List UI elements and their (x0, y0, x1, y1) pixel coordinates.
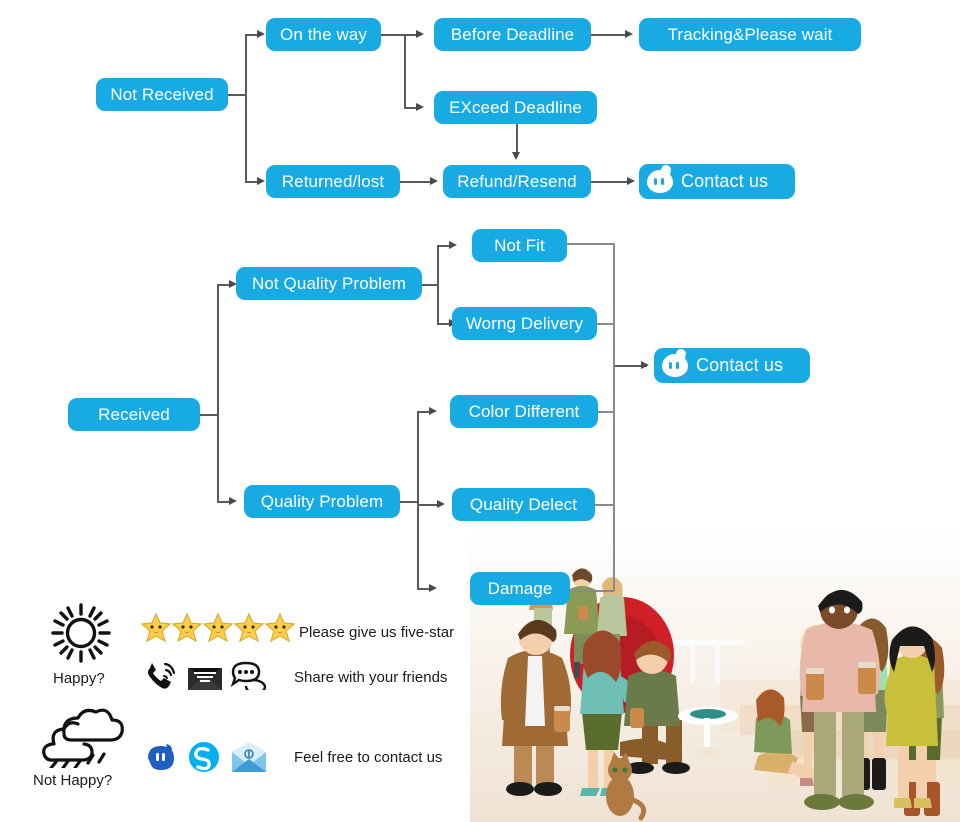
node-wrong-delivery[interactable]: Worng Delivery (452, 307, 597, 340)
node-label: Worng Delivery (465, 313, 584, 333)
wire-before-to-tracking (591, 34, 627, 36)
node-label: Received (98, 404, 170, 424)
node-label: Returned/lost (281, 171, 385, 191)
node-label: Before Deadline (450, 24, 575, 44)
node-label: Tracking&Please wait (667, 24, 833, 44)
arrow-to-color-different (429, 406, 437, 415)
chat-icon[interactable] (230, 660, 268, 690)
node-quality-problem[interactable]: Quality Problem (244, 485, 400, 518)
email-icon[interactable] (186, 662, 224, 692)
arrow-to-on-the-way (257, 29, 265, 38)
node-damage[interactable]: Damage (470, 572, 570, 605)
node-exceed-deadline[interactable]: EXceed Deadline (434, 91, 597, 124)
wire-nr-vertical (245, 34, 247, 182)
chat-bubble-icon (647, 170, 673, 193)
node-tracking-please-wait[interactable]: Tracking&Please wait (639, 18, 861, 51)
wire-bus-wrong (597, 323, 614, 325)
wire-qp-stub (400, 501, 418, 503)
node-label: Not Quality Problem (251, 273, 406, 293)
people-right-group (799, 589, 938, 810)
wire-nr-stub (228, 94, 246, 96)
happy-label: Happy? (53, 670, 105, 687)
chat-bubble-icon (662, 354, 688, 377)
wire-refund-to-contact (591, 181, 629, 183)
node-on-the-way[interactable]: On the way (266, 18, 381, 51)
arrow-down-to-refund (511, 152, 520, 160)
arrow-to-contact-us-top (627, 176, 635, 185)
node-returned-lost[interactable]: Returned/lost (266, 165, 400, 198)
arrow-to-quality-defect (437, 499, 445, 508)
wire-rec-vertical (217, 284, 219, 502)
five-star-text: Please give us five-star (299, 624, 455, 641)
node-label: On the way (280, 24, 367, 44)
wire-returned-to-refund (400, 181, 432, 183)
wire-qp-to-defect (417, 504, 439, 506)
email-envelope-icon[interactable] (230, 742, 268, 774)
not-happy-label: Not Happy? (33, 772, 113, 789)
wire-bus-defect (595, 504, 614, 506)
arrow-to-exceed-deadline (416, 102, 424, 111)
node-color-different[interactable]: Color Different (450, 395, 598, 428)
share-text: Share with your friends (294, 669, 448, 686)
contact-text: Feel free to contact us (294, 749, 443, 766)
node-label: Quality Delect (469, 494, 578, 514)
node-quality-defect[interactable]: Quality Delect (452, 488, 595, 521)
arrow-to-before-deadline (416, 29, 424, 38)
flowchart-banner: Not Received On the way Before Deadline … (0, 0, 960, 822)
sun-icon (51, 603, 111, 663)
wire-gather-bus (613, 243, 615, 591)
wire-otw-stub (381, 34, 405, 36)
node-label: Not Received (110, 84, 214, 104)
trademanager-icon[interactable] (144, 742, 178, 774)
wire-bus-damage (570, 590, 614, 592)
node-not-fit[interactable]: Not Fit (472, 229, 567, 262)
wire-bus-color (598, 411, 614, 413)
phone-icon[interactable] (144, 660, 178, 692)
node-label: Color Different (468, 401, 580, 421)
wire-nqp-vertical (437, 245, 439, 324)
node-contact-us-bottom[interactable]: Contact us (654, 348, 810, 383)
arrow-to-damage (429, 583, 437, 592)
wire-qp-vertical (417, 411, 419, 588)
arrow-to-returned-lost (257, 176, 265, 185)
node-label: Contact us (681, 171, 769, 191)
node-label: Not Fit (494, 235, 545, 255)
wire-rec-stub (200, 414, 218, 416)
arrow-to-refund-resend (430, 176, 438, 185)
node-contact-us-top[interactable]: Contact us (639, 164, 795, 199)
node-label: Damage (487, 578, 553, 598)
node-label: Contact us (696, 355, 784, 375)
star-row (140, 612, 296, 643)
node-not-received[interactable]: Not Received (96, 78, 228, 111)
node-before-deadline[interactable]: Before Deadline (434, 18, 591, 51)
node-label: Quality Problem (260, 491, 384, 511)
node-refund-resend[interactable]: Refund/Resend (443, 165, 591, 198)
arrow-to-not-fit (449, 240, 457, 249)
node-label: EXceed Deadline (449, 97, 582, 117)
node-label: Refund/Resend (457, 171, 577, 191)
arrow-to-tracking (625, 29, 633, 38)
wire-otw-vertical (404, 34, 406, 108)
node-not-quality-problem[interactable]: Not Quality Problem (236, 267, 422, 300)
skype-icon[interactable] (186, 740, 222, 774)
node-received[interactable]: Received (68, 398, 200, 431)
rain-cloud-icon (42, 708, 124, 768)
five-star-rating (140, 612, 301, 649)
arrow-to-quality-problem (229, 496, 237, 505)
wire-nqp-stub (422, 284, 438, 286)
arrow-to-contact-us-bottom (641, 360, 649, 369)
wire-bus-top (567, 243, 614, 245)
